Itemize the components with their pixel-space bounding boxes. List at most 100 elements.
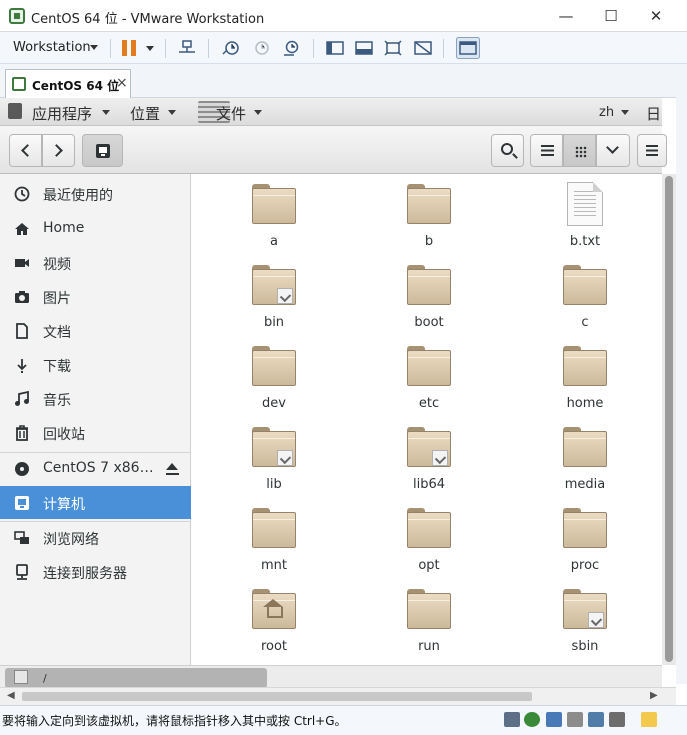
scroll-left-icon[interactable]: ◀: [7, 690, 15, 701]
app-menu-button[interactable]: [637, 134, 667, 167]
thumbnail-view-icon[interactable]: [355, 40, 373, 56]
music-icon: [15, 391, 29, 406]
sidebar-item-downloads[interactable]: 下载: [0, 348, 191, 381]
snapshot-icon[interactable]: [222, 40, 240, 56]
input-method-indicator[interactable]: zh: [599, 105, 614, 120]
sidebar-item-browse-network[interactable]: 浏览网络: [0, 521, 191, 554]
network-icon: [14, 531, 29, 544]
close-tab-icon[interactable]: ×: [116, 75, 128, 91]
file-name: root: [260, 639, 288, 654]
forward-button[interactable]: [42, 134, 75, 167]
file-item-etc[interactable]: etc: [379, 336, 479, 416]
sidebar-item-pictures[interactable]: 图片: [0, 280, 191, 313]
minimize-button[interactable]: —: [543, 2, 589, 30]
file-item-proc[interactable]: proc: [535, 498, 635, 578]
symlink-arrow-icon: [588, 612, 604, 628]
horizontal-scrollbar[interactable]: ◀ ▶: [0, 687, 676, 705]
pause-button[interactable]: [122, 40, 136, 56]
search-button[interactable]: [491, 134, 524, 167]
scroll-right-icon[interactable]: ▶: [650, 690, 658, 701]
file-name: run: [418, 639, 440, 654]
file-item-home[interactable]: home: [535, 336, 635, 416]
file-item-dev[interactable]: dev: [224, 336, 324, 416]
grid-view-button[interactable]: [563, 134, 596, 167]
path-computer-button[interactable]: [82, 134, 123, 167]
gnome-top-bar: 应用程序 位置 文件 zh 日: [0, 98, 662, 126]
sound-icon[interactable]: [588, 712, 604, 727]
list-view-button[interactable]: [530, 134, 563, 167]
window-title: CentOS 64 位 - VMware Workstation: [31, 12, 265, 27]
file-item-lib[interactable]: lib: [224, 417, 324, 497]
folder-icon: [563, 265, 607, 305]
sidebar-item-centos-disc[interactable]: CentOS 7 x86…: [0, 452, 191, 485]
file-item-b[interactable]: b: [379, 174, 479, 254]
maximize-button[interactable]: ☐: [588, 2, 634, 30]
toolbar-divider: [313, 39, 314, 58]
chevron-down-icon: [606, 141, 619, 154]
applications-icon: [8, 103, 22, 119]
network-adapter-icon[interactable]: [546, 712, 562, 727]
sidebar-item-documents[interactable]: 文档: [0, 314, 191, 347]
file-item-opt[interactable]: opt: [379, 498, 479, 578]
places-menu[interactable]: 位置: [130, 103, 160, 124]
file-item-a[interactable]: a: [224, 174, 324, 254]
file-name: etc: [418, 396, 440, 411]
close-window-button[interactable]: ✕: [633, 2, 679, 30]
workstation-menu[interactable]: Workstation: [13, 40, 91, 55]
file-item-b-txt[interactable]: b.txt: [535, 174, 635, 254]
back-button[interactable]: [9, 134, 42, 167]
symlink-arrow-icon: [277, 288, 293, 304]
computer-icon: [15, 496, 29, 510]
sidebar-item-trash[interactable]: 回收站: [0, 416, 191, 449]
tab-label: CentOS 64 位: [32, 79, 120, 93]
sidebar-item-music[interactable]: 音乐: [0, 382, 191, 415]
sidebar-item-videos[interactable]: 视频: [0, 246, 191, 279]
symlink-arrow-icon: [277, 450, 293, 466]
file-item-run[interactable]: run: [379, 579, 479, 659]
file-grid: a b b.txt bin boot c dev etc home lib lib64 media mn…: [192, 174, 662, 665]
send-keys-icon[interactable]: [178, 40, 196, 56]
window-icon: [14, 670, 28, 684]
cd-dvd-icon[interactable]: [524, 712, 540, 727]
chevron-down-icon: [168, 110, 176, 115]
unity-icon[interactable]: [414, 40, 432, 56]
toolbar-divider: [208, 39, 209, 58]
scrollbar-thumb[interactable]: [22, 692, 532, 701]
clock-date[interactable]: 日: [646, 103, 661, 124]
library-view-icon[interactable]: [326, 40, 344, 56]
eject-icon[interactable]: [166, 463, 179, 476]
fullscreen-icon[interactable]: [384, 40, 402, 56]
file-item-lib64[interactable]: lib64: [379, 417, 479, 497]
printer-icon[interactable]: [567, 712, 583, 727]
file-name: lib64: [412, 477, 446, 492]
snapshot-manager-icon[interactable]: [282, 40, 300, 56]
sidebar-item-home[interactable]: Home: [0, 212, 191, 245]
display-icon[interactable]: [609, 712, 625, 727]
applications-menu[interactable]: 应用程序: [32, 103, 92, 124]
file-item-media[interactable]: media: [535, 417, 635, 497]
chevron-down-icon: [102, 110, 110, 115]
sidebar-item-label: 图片: [43, 291, 71, 307]
scrollbar-thumb[interactable]: [665, 176, 673, 662]
file-item-bin[interactable]: bin: [224, 255, 324, 335]
sidebar-item-connect-server[interactable]: 连接到服务器: [0, 555, 191, 588]
console-view-icon[interactable]: [456, 37, 480, 59]
file-item-c[interactable]: c: [535, 255, 635, 335]
sidebar-item-recent[interactable]: 最近使用的: [0, 177, 191, 210]
files-menu[interactable]: 文件: [216, 103, 246, 124]
file-item-mnt[interactable]: mnt: [224, 498, 324, 578]
revert-snapshot-icon[interactable]: [252, 40, 270, 56]
vertical-scrollbar[interactable]: [662, 174, 676, 665]
file-item-boot[interactable]: boot: [379, 255, 479, 335]
view-options-button[interactable]: [596, 134, 630, 167]
sidebar-item-label: 最近使用的: [43, 188, 113, 204]
tab-centos-vm[interactable]: CentOS 64 位 ×: [5, 69, 131, 98]
hard-disk-icon[interactable]: [504, 712, 520, 727]
message-log-icon[interactable]: [641, 712, 657, 727]
window-list-item[interactable]: /: [5, 668, 267, 688]
chevron-down-icon[interactable]: [146, 46, 154, 51]
chevron-down-icon: [254, 110, 262, 115]
sidebar-item-computer[interactable]: 计算机: [0, 486, 191, 519]
file-item-root[interactable]: root: [224, 579, 324, 659]
file-item-sbin[interactable]: sbin: [535, 579, 635, 659]
